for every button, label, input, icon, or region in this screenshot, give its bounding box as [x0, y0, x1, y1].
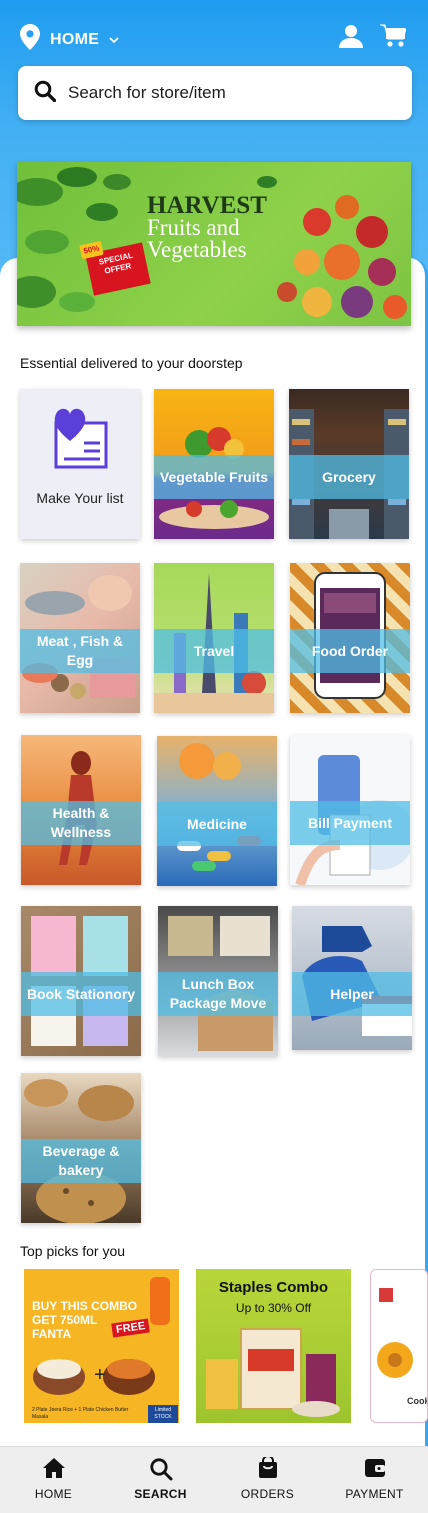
category-make-your-list[interactable]: Make Your list: [20, 389, 140, 539]
nav-payment[interactable]: PAYMENT: [321, 1447, 428, 1513]
top-pick-fanta-combo[interactable]: + BUY THIS COMBO GET 750ML FANTA FREE 2 …: [24, 1269, 179, 1423]
category-label: Grocery: [289, 455, 409, 499]
nav-orders[interactable]: ORDERS: [214, 1447, 321, 1513]
category-label: Make Your list: [36, 490, 124, 506]
nav-label: PAYMENT: [345, 1487, 404, 1501]
app-header: HOME: [0, 22, 428, 54]
category-label: Meat , Fish & Egg: [20, 629, 140, 673]
svg-text:+: +: [94, 1364, 106, 1386]
top-pick-cookies[interactable]: Cooki: [370, 1269, 428, 1423]
category-label: Beverage & bakery: [21, 1139, 141, 1183]
promo-banner[interactable]: HARVEST Fruits and Vegetables 50% SPECIA…: [17, 162, 411, 326]
fanta-combo-artwork: +: [33, 1277, 178, 1423]
top-pick-staples-combo[interactable]: Staples Combo Up to 30% Off: [196, 1269, 351, 1423]
staples-title: Staples Combo: [218, 1279, 329, 1296]
search-bar[interactable]: [18, 66, 412, 120]
orders-bag-icon: [214, 1457, 321, 1479]
category-travel[interactable]: Travel: [154, 563, 274, 713]
category-medicine[interactable]: Medicine: [157, 736, 277, 886]
home-icon: [0, 1457, 107, 1479]
category-health-wellness[interactable]: Health & Wellness: [21, 735, 141, 885]
list-heart-icon: [50, 405, 110, 474]
bottom-navigation: HOME SEARCH ORDERS PAYMENT: [0, 1446, 428, 1513]
category-lunch-box-package-move[interactable]: Lunch Box Package Move: [158, 906, 278, 1056]
category-food-order[interactable]: Food Order: [290, 563, 410, 713]
combo-line3: FANTA: [32, 1327, 72, 1341]
category-label: Health & Wellness: [21, 801, 141, 845]
search-icon: [107, 1457, 214, 1481]
combo-line2: GET 750ML: [32, 1313, 98, 1327]
search-input[interactable]: [68, 83, 368, 103]
category-book-stationory[interactable]: Book Stationory: [21, 906, 141, 1056]
nav-home[interactable]: HOME: [0, 1447, 107, 1513]
category-vegetable-fruits[interactable]: Vegetable Fruits: [154, 389, 274, 539]
nav-label: SEARCH: [134, 1487, 187, 1501]
category-label: Food Order: [290, 629, 410, 673]
stock-badge: Limited STOCK: [154, 1407, 172, 1420]
cart-icon[interactable]: [380, 24, 407, 53]
category-beverage-bakery[interactable]: Beverage & bakery: [21, 1073, 141, 1223]
offer-text: SPECIAL OFFER: [97, 250, 134, 276]
combo-footer: 2 Plate Jeera Rice + 1 Plate Chicken But…: [32, 1407, 129, 1420]
category-meat-fish-egg[interactable]: Meat , Fish & Egg: [20, 563, 140, 713]
chevron-down-icon: [109, 31, 119, 49]
category-label: Lunch Box Package Move: [158, 972, 278, 1016]
search-icon: [34, 80, 57, 107]
cookies-caption: Cooki: [407, 1396, 427, 1406]
category-label: Vegetable Fruits: [154, 455, 274, 499]
category-label: Travel: [154, 629, 274, 673]
category-grocery[interactable]: Grocery: [289, 389, 409, 539]
nav-label: ORDERS: [240, 1487, 295, 1501]
nav-search[interactable]: SEARCH: [107, 1447, 214, 1513]
banner-subtitle: Fruits and Vegetables: [147, 215, 247, 262]
category-label: Book Stationory: [21, 972, 141, 1016]
category-label: Bill Payment: [290, 801, 410, 845]
location-pin-icon: [20, 24, 40, 55]
section-title-top-picks: Top picks for you: [20, 1243, 126, 1259]
section-title-essential: Essential delivered to your doorstep: [20, 355, 243, 371]
category-bill-payment[interactable]: Bill Payment: [290, 735, 410, 885]
staples-subtitle: Up to 30% Off: [235, 1301, 312, 1315]
profile-icon[interactable]: [339, 24, 363, 53]
combo-line1: BUY THIS COMBO: [32, 1299, 138, 1313]
wallet-icon: [321, 1457, 428, 1479]
category-helper[interactable]: Helper: [292, 906, 412, 1050]
nav-label: HOME: [34, 1487, 73, 1501]
location-label: HOME: [50, 30, 100, 48]
category-label: Medicine: [157, 802, 277, 846]
location-selector[interactable]: HOME: [20, 24, 119, 55]
category-label: Helper: [292, 972, 412, 1016]
